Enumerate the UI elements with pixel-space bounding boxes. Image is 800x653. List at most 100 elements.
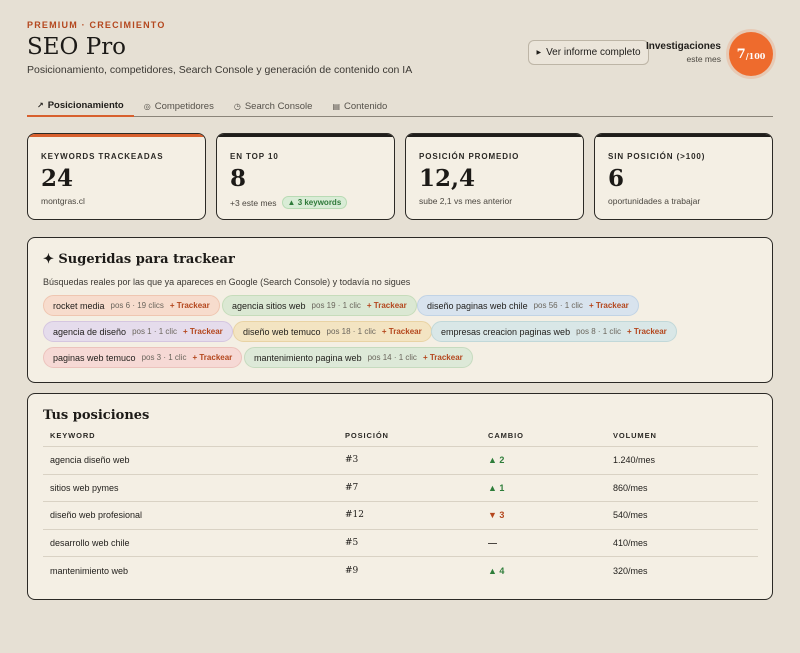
full-report-label: Ver informe completo — [546, 47, 641, 58]
chip-keyword: empresas creacion paginas web — [441, 326, 571, 337]
suggestions-description: Búsquedas reales por las que ya apareces… — [43, 277, 411, 287]
investigations-title: Investigaciones — [645, 41, 721, 52]
positions-panel: Tus posiciones KEYWORD POSICIÓN CAMBIO V… — [27, 393, 773, 600]
suggestion-chip: diseño paginas web chile pos 56 · 1 clic… — [417, 295, 639, 316]
clock-icon: ◷ — [233, 101, 241, 111]
chip-meta: pos 1 · 1 clic — [132, 327, 177, 336]
track-button[interactable]: + Trackear — [183, 327, 223, 336]
position-cell: #3 — [345, 455, 359, 466]
investigations-subtitle: este mes — [686, 54, 722, 64]
chip-meta: pos 19 · 1 clic — [311, 301, 361, 310]
track-button[interactable]: + Trackear — [589, 301, 629, 310]
trend-badge: ▲ 3 keywords — [281, 196, 348, 209]
volume-cell: 410/mes — [613, 537, 648, 548]
stat-note-text: sube 2,1 vs mes anterior — [419, 196, 513, 206]
full-report-button[interactable]: ▶ Ver informe completo — [528, 40, 649, 65]
tab-label: Search Console — [244, 100, 313, 112]
track-button[interactable]: + Trackear — [382, 327, 422, 336]
position-cell: #7 — [345, 482, 359, 493]
positions-title: Tus posiciones — [43, 408, 150, 423]
chip-meta: pos 3 · 1 clic — [141, 353, 187, 362]
stat-card-keywords: KEYWORDS TRACKEADAS 24 montgras.cl — [27, 133, 206, 220]
volume-cell: 320/mes — [613, 565, 648, 576]
suggestion-chip: mantenimiento pagina web pos 14 · 1 clic… — [244, 347, 473, 368]
suggestions-title: ✦ Sugeridas para trackear — [43, 252, 235, 267]
column-header: VOLUMEN — [613, 431, 657, 440]
stat-value: 8 — [230, 165, 247, 192]
keyword-cell: diseño web profesional — [50, 510, 143, 521]
stat-note-text: oportunidades a trabajar — [608, 196, 701, 206]
keyword-cell: desarrollo web chile — [50, 537, 130, 548]
tab-posicionamiento[interactable]: ↗ Posicionamiento — [27, 95, 134, 117]
page-subtitle: Posicionamiento, competidores, Search Co… — [27, 64, 413, 76]
page-title: SEO Pro — [27, 34, 127, 60]
tab-search-console[interactable]: ◷ Search Console — [224, 95, 323, 117]
investigations-counter: Investigaciones este mes — [646, 41, 721, 64]
card-accent-bar — [28, 134, 205, 137]
tab-label: Contenido — [344, 100, 388, 112]
quota-total: /100 — [745, 50, 766, 61]
volume-cell: 1.240/mes — [613, 455, 656, 466]
chip-meta: pos 14 · 1 clic — [367, 353, 417, 362]
change-cell: ▲ 1 — [488, 482, 505, 493]
track-button[interactable]: + Trackear — [627, 327, 667, 336]
suggestion-chip: agencia de diseño pos 1 · 1 clic + Track… — [43, 321, 233, 342]
target-icon: ◎ — [143, 101, 151, 111]
stat-label: KEYWORDS TRACKEADAS — [41, 152, 164, 161]
stat-note: oportunidades a trabajar — [608, 196, 700, 206]
column-header: POSICIÓN — [345, 431, 389, 440]
suggestions-panel: ✦ Sugeridas para trackear Búsquedas real… — [27, 237, 773, 383]
section-eyebrow: PREMIUM · CRECIMIENTO — [27, 20, 166, 30]
tab-label: Competidores — [154, 100, 214, 112]
card-top-bar — [217, 134, 394, 137]
stat-value: 24 — [41, 165, 74, 192]
tab-competidores[interactable]: ◎ Competidores — [134, 95, 224, 117]
chip-keyword: agencia de diseño — [53, 326, 127, 337]
stat-card-top10: EN TOP 10 8 +3 este mes ▲ 3 keywords — [216, 133, 395, 220]
stat-card-no-position: SIN POSICIÓN (>100) 6 oportunidades a tr… — [594, 133, 773, 220]
column-header: CAMBIO — [488, 431, 524, 440]
keyword-cell: agencia diseño web — [50, 455, 130, 466]
change-cell: ▲ 2 — [488, 455, 505, 466]
card-top-bar — [406, 134, 583, 137]
table-row[interactable]: sitios web pymes #7 ▲ 1 860/mes — [43, 475, 758, 502]
chip-keyword: agencia sitios web — [232, 300, 306, 311]
suggestion-chip: diseño web temuco pos 18 · 1 clic + Trac… — [233, 321, 432, 342]
change-cell: — — [488, 537, 497, 548]
stat-note: sube 2,1 vs mes anterior — [419, 196, 512, 206]
chip-keyword: paginas web temuco — [53, 352, 136, 363]
trend-up-icon: ↗ — [37, 100, 44, 110]
volume-cell: 540/mes — [613, 510, 648, 521]
track-button[interactable]: + Trackear — [367, 301, 407, 310]
tab-contenido[interactable]: ▤ Contenido — [322, 95, 397, 117]
tab-bar: ↗ Posicionamiento ◎ Competidores ◷ Searc… — [27, 95, 773, 117]
stat-value: 6 — [608, 165, 625, 192]
chip-meta: pos 8 · 1 clic — [576, 327, 621, 336]
chip-meta: pos 18 · 1 clic — [326, 327, 376, 336]
track-button[interactable]: + Trackear — [423, 353, 463, 362]
stat-note-text: +3 este mes — [230, 197, 277, 208]
stat-label: EN TOP 10 — [230, 152, 279, 161]
keyword-cell: mantenimiento web — [50, 565, 129, 576]
suggestion-chip: empresas creacion paginas web pos 8 · 1 … — [431, 321, 677, 342]
stat-label: SIN POSICIÓN (>100) — [608, 152, 706, 161]
table-row[interactable]: mantenimiento web #9 ▲ 4 320/mes — [43, 557, 758, 585]
document-icon: ▤ — [332, 101, 340, 111]
change-cell: ▲ 4 — [488, 565, 505, 576]
suggestion-chip: paginas web temuco pos 3 · 1 clic + Trac… — [43, 347, 243, 368]
suggestion-chip: rocket media pos 6 · 19 clics + Trackear — [43, 295, 220, 316]
track-button[interactable]: + Trackear — [170, 301, 210, 310]
track-button[interactable]: + Trackear — [192, 353, 232, 362]
chip-keyword: mantenimiento pagina web — [254, 352, 362, 363]
table-row[interactable]: agencia diseño web #3 ▲ 2 1.240/mes — [43, 447, 758, 475]
table-row[interactable]: desarrollo web chile #5 — 410/mes — [43, 530, 758, 557]
stat-label: POSICIÓN PROMEDIO — [419, 152, 520, 161]
stat-note-text: montgras.cl — [41, 196, 85, 206]
table-row[interactable]: diseño web profesional #12 ▼ 3 540/mes — [43, 502, 758, 530]
position-cell: #12 — [345, 510, 364, 521]
stat-value: 12,4 — [419, 165, 476, 192]
positions-table: KEYWORD POSICIÓN CAMBIO VOLUMEN agencia … — [43, 425, 758, 585]
suggestion-chip: agencia sitios web pos 19 · 1 clic + Tra… — [222, 295, 417, 316]
position-cell: #5 — [345, 537, 359, 548]
column-header: KEYWORD — [50, 431, 96, 440]
